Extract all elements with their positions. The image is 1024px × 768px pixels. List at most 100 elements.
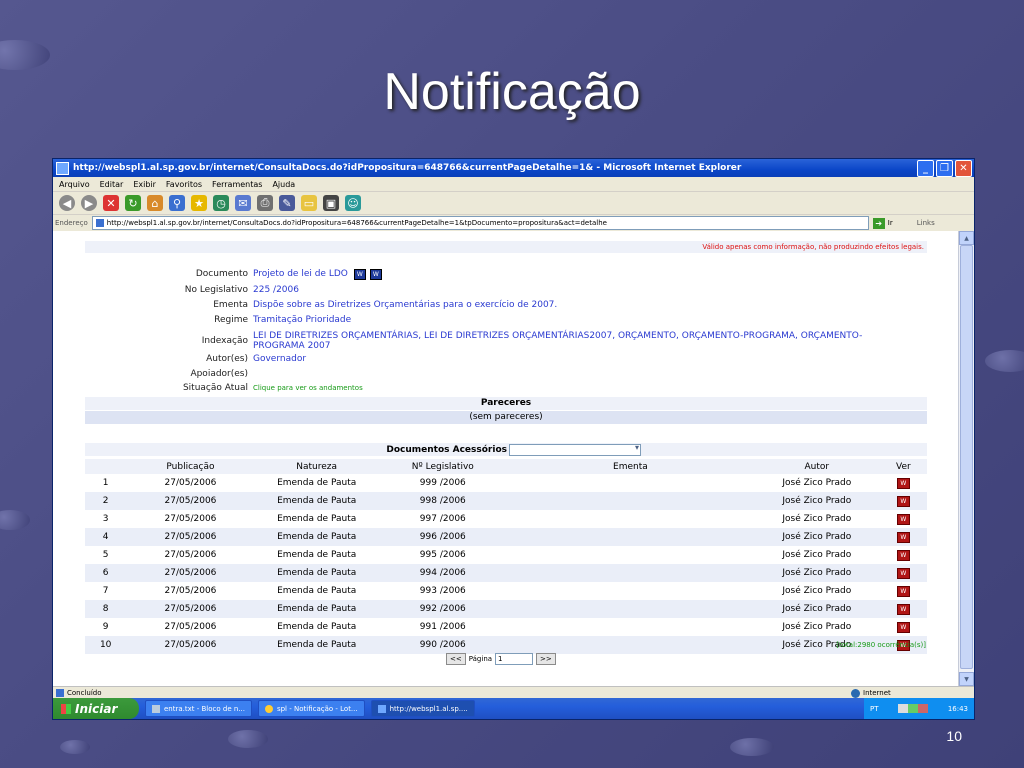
home-icon[interactable]: ⌂ xyxy=(147,195,163,211)
back-icon[interactable]: ◀ xyxy=(59,195,75,211)
scroll-thumb[interactable] xyxy=(960,245,973,669)
refresh-icon[interactable]: ↻ xyxy=(125,195,141,211)
document-view-icon[interactable]: W xyxy=(896,621,910,633)
status-text: Concluído xyxy=(67,689,102,697)
docs-table-header: Publicação Natureza Nº Legislativo Ement… xyxy=(85,459,927,474)
links-button[interactable]: Links xyxy=(917,219,935,227)
vertical-scrollbar[interactable]: ▲ ▼ xyxy=(958,231,974,686)
natureza-cell: Emenda de Pauta xyxy=(254,564,379,582)
col-header: Ver xyxy=(879,459,927,474)
document-view-icon[interactable]: W xyxy=(896,477,910,489)
document-view-icon[interactable]: W xyxy=(896,495,910,507)
address-field[interactable]: http://webspl1.al.sp.gov.br/internet/Con… xyxy=(91,216,869,230)
document-view-icon[interactable]: W xyxy=(896,531,910,543)
field-label: Situação Atual xyxy=(182,383,248,393)
background-bubble xyxy=(730,738,774,756)
no-legislativo-cell: 992 /2006 xyxy=(378,600,507,618)
table-row: 6 27/05/2006 Emenda de Pauta 994 /2006 José … xyxy=(85,564,927,582)
field-autores: Autor(es) Governador xyxy=(53,354,306,364)
window-titlebar[interactable]: http://webspl1.al.sp.gov.br/internet/Con… xyxy=(53,159,974,177)
no-legislativo-cell: 993 /2006 xyxy=(419,586,466,596)
tray-icons[interactable] xyxy=(898,704,929,713)
document-view-icon[interactable]: W xyxy=(896,567,910,579)
legal-notice: Válido apenas como informação, não produ… xyxy=(85,241,927,253)
go-button[interactable]: ➔ Ir xyxy=(872,217,893,229)
lotus-icon xyxy=(264,704,273,713)
mail-icon[interactable]: ✉ xyxy=(235,195,251,211)
scroll-up-icon[interactable]: ▲ xyxy=(959,231,974,245)
slide-title: Notificação xyxy=(383,63,641,121)
word-doc-icon[interactable]: W xyxy=(353,269,366,280)
col-header xyxy=(85,459,127,474)
prev-page-button[interactable]: << xyxy=(446,653,466,665)
natureza-cell: Emenda de Pauta xyxy=(277,586,357,596)
ie-icon xyxy=(56,161,69,175)
row-number: 6 xyxy=(85,564,127,582)
start-button[interactable]: Iniciar xyxy=(53,698,139,719)
field-no-legislativo: No Legislativo 225 /2006 xyxy=(53,285,299,295)
ementa-cell xyxy=(507,546,754,564)
go-label: Ir xyxy=(887,219,893,227)
folder-icon[interactable]: ▭ xyxy=(301,195,317,211)
windows-logo-icon xyxy=(61,703,71,714)
no-legislativo-value: 225 /2006 xyxy=(253,285,299,295)
messenger-icon[interactable]: ☺ xyxy=(345,195,361,211)
menu-favoritos[interactable]: Favoritos xyxy=(166,180,202,189)
document-view-icon[interactable]: W xyxy=(896,513,910,525)
scroll-down-icon[interactable]: ▼ xyxy=(959,672,974,686)
word-doc-icon[interactable]: W xyxy=(369,269,382,280)
task-notepad[interactable]: entra.txt - Bloco de n... xyxy=(145,700,252,717)
row-number: 10 xyxy=(85,636,127,654)
task-label: entra.txt - Bloco de n... xyxy=(164,704,245,713)
autor-cell: José Zico Prado xyxy=(753,492,880,510)
language-indicator[interactable]: PT xyxy=(870,705,879,713)
col-header: Nº Legislativo xyxy=(378,459,507,474)
menu-editar[interactable]: Editar xyxy=(100,180,124,189)
documento-value[interactable]: Projeto de lei de LDO xyxy=(253,269,348,280)
edit-icon[interactable]: ✎ xyxy=(279,195,295,211)
favorites-icon[interactable]: ★ xyxy=(191,195,207,211)
docs-filter-select[interactable] xyxy=(509,443,641,456)
field-documento: Documento Projeto de lei de LDO W W xyxy=(53,269,382,280)
table-row: 1 27/05/2006 Emenda de Pauta 999 /2006 José … xyxy=(85,474,927,492)
minimize-button[interactable]: _ xyxy=(917,160,934,177)
close-button[interactable]: ✕ xyxy=(955,160,972,177)
autor-cell: José Zico Prado xyxy=(753,528,880,546)
discuss-icon[interactable]: ▣ xyxy=(323,195,339,211)
document-view-icon[interactable]: W xyxy=(896,549,910,561)
menu-ajuda[interactable]: Ajuda xyxy=(272,180,295,189)
docs-table-body: 1 27/05/2006 Emenda de Pauta 999 /2006 José … xyxy=(85,474,927,654)
field-regime: Regime Tramitação Prioridade xyxy=(53,315,351,325)
publicacao-cell: 27/05/2006 xyxy=(126,492,255,510)
field-label: Apoiador(es) xyxy=(190,369,248,379)
ementa-cell xyxy=(506,564,754,582)
stop-icon[interactable]: ✕ xyxy=(103,195,119,211)
task-browser[interactable]: http://webspl1.al.sp.... xyxy=(370,700,475,717)
row-number: 2 xyxy=(85,492,127,510)
menu-exibir[interactable]: Exibir xyxy=(133,180,156,189)
task-lotus[interactable]: spl - Notificação - Lot... xyxy=(257,700,365,717)
history-icon[interactable]: ◷ xyxy=(213,195,229,211)
maximize-button[interactable]: ❐ xyxy=(936,160,953,177)
next-page-button[interactable]: >> xyxy=(536,653,556,665)
document-view-icon[interactable]: W xyxy=(896,603,910,615)
autor-cell: José Zico Prado xyxy=(782,550,852,560)
situacao-link[interactable]: Clique para ver os andamentos xyxy=(253,384,363,392)
docs-header: Documentos Acessórios xyxy=(85,443,927,456)
pareceres-header: Pareceres xyxy=(85,397,927,410)
page-label: Página xyxy=(468,655,493,663)
row-number: 5 xyxy=(102,550,109,560)
ver-cell: W xyxy=(880,474,927,492)
forward-icon[interactable]: ▶ xyxy=(81,195,97,211)
no-legislativo-cell: 995 /2006 xyxy=(419,550,466,560)
menu-ferramentas[interactable]: Ferramentas xyxy=(212,180,262,189)
publicacao-cell: 27/05/2006 xyxy=(164,622,217,632)
menu-arquivo[interactable]: Arquivo xyxy=(59,180,90,189)
browser-window: http://webspl1.al.sp.gov.br/internet/Con… xyxy=(52,158,975,720)
print-icon[interactable]: ⎙ xyxy=(257,195,273,211)
document-view-icon[interactable]: W xyxy=(896,585,910,597)
background-bubble xyxy=(0,510,30,530)
page-select[interactable]: 1 xyxy=(495,653,534,665)
table-row: 8 27/05/2006 Emenda de Pauta 992 /2006 José … xyxy=(85,600,927,618)
search-icon[interactable]: ⚲ xyxy=(169,195,185,211)
